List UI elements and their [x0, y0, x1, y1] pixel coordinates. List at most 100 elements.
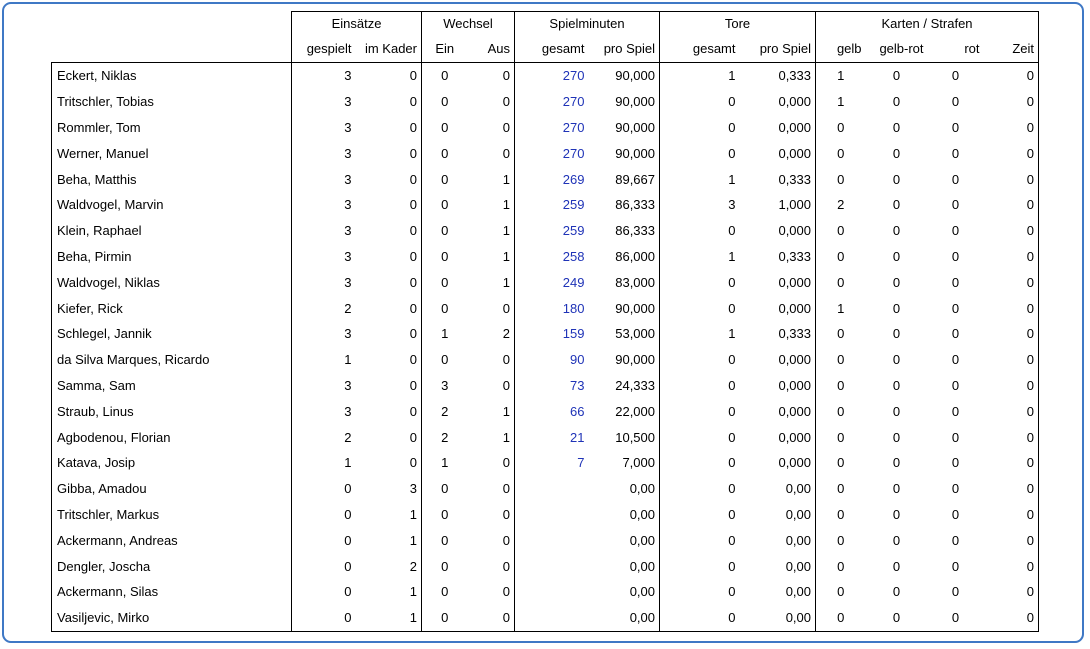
cell-gespielt: 3: [291, 62, 356, 89]
cell-im-kader: 0: [355, 114, 422, 141]
cell-spielminuten-pro-spiel: 0,00: [588, 578, 660, 605]
cell-gelb: 0: [837, 223, 845, 239]
cell-spielminuten-pro-spiel: 86,333: [588, 217, 660, 244]
cell-spielminuten-gesamt: 259: [562, 223, 585, 239]
cell-gelb-rot: 0: [865, 604, 928, 632]
cell-rot: 0: [951, 171, 960, 187]
cell-tore-gesamt: 0: [728, 300, 736, 316]
cell-tore-gesamt: 0: [728, 377, 736, 393]
cell-ein: 0: [441, 532, 449, 548]
cell-tore-gesamt: 0: [728, 532, 736, 548]
cell-gespielt: 3: [291, 140, 356, 167]
cell-aus: 0: [467, 578, 515, 605]
cell-player-name: Waldvogel, Niklas: [51, 269, 292, 296]
group-spielminuten: Spielminuten: [514, 11, 660, 34]
cell-gespielt: 0: [291, 475, 356, 502]
cell-tore-pro-spiel: 0,333: [739, 62, 817, 89]
cell-tore-gesamt: 0: [728, 352, 736, 368]
cell-im-kader: 1: [355, 527, 422, 554]
cell-gelb: 0: [837, 429, 845, 445]
cell-gelb-rot: 0: [892, 403, 901, 419]
cell-player-name: Dengler, Joscha: [51, 553, 292, 579]
col-ein: Ein: [421, 34, 468, 63]
cell-im-kader: 0: [355, 346, 422, 373]
cell-tore-gesamt: 0: [728, 584, 736, 600]
cell-tore-gesamt: 0: [728, 506, 736, 522]
cell-gelb: 0: [837, 506, 845, 522]
cell-gelb-rot: 0: [892, 274, 901, 290]
cell-tore-pro-spiel: 0,00: [739, 501, 817, 528]
cell-spielminuten-pro-spiel: 0,00: [588, 475, 660, 502]
cell-im-kader: 0: [355, 424, 422, 450]
cell-gelb-rot: 0: [892, 145, 901, 161]
cell-gelb: 0: [837, 119, 845, 135]
cell-player-name: Tritschler, Markus: [51, 501, 292, 528]
col-aus: Aus: [467, 34, 515, 63]
cell-rot: 0: [951, 352, 960, 368]
cell-tore-pro-spiel: 0,000: [739, 217, 817, 244]
cell-aus: 0: [467, 140, 515, 167]
col-gelb-rot: gelb-rot: [865, 34, 928, 63]
cell-gespielt: 3: [291, 320, 356, 347]
cell-tore-pro-spiel: 0,000: [739, 424, 817, 450]
cell-spielminuten-gesamt: 270: [562, 94, 585, 110]
cell-gelb-rot: 0: [892, 68, 901, 84]
cell-aus: 0: [467, 475, 515, 502]
group-tore: Tore: [658, 11, 816, 34]
cell-ein: 0: [441, 248, 449, 264]
cell-zeit: 0: [983, 166, 1040, 192]
cell-spielminuten-gesamt: [515, 527, 589, 553]
cell-aus: 0: [467, 88, 515, 115]
cell-spielminuten-pro-spiel: 86,333: [588, 191, 660, 218]
table-row: Waldvogel, Marvin 3 0 0 1 259 86,333 3 1,000 2 0 0 0: [51, 191, 1040, 218]
table-row: Agbodenou, Florian 2 0 2 1 21 10,500 0 0,000 0 0 0 0: [51, 424, 1040, 450]
cell-zeit: 0: [983, 346, 1040, 373]
cell-player-name: Klein, Raphael: [51, 217, 292, 244]
cell-tore-gesamt: 1: [728, 68, 736, 84]
cell-tore-gesamt: 0: [728, 481, 736, 497]
table-row: Kiefer, Rick 2 0 0 0 180 90,000 0 0,000 1 0 0 0: [51, 295, 1040, 321]
cell-spielminuten-gesamt: 269: [562, 171, 585, 187]
cell-player-name: Eckert, Niklas: [51, 62, 292, 89]
cell-im-kader: 0: [355, 398, 422, 425]
cell-tore-gesamt: 1: [728, 171, 736, 187]
cell-spielminuten-pro-spiel: 24,333: [588, 372, 660, 399]
cell-rot: 0: [951, 584, 960, 600]
cell-spielminuten-pro-spiel: 10,500: [588, 424, 660, 450]
header-blank: [52, 12, 292, 35]
cell-rot: 0: [951, 274, 960, 290]
cell-rot: 0: [927, 604, 984, 632]
cell-gespielt: 0: [291, 501, 356, 528]
cell-zeit: 0: [983, 269, 1040, 296]
player-stats-table: Einsätze Wechsel Spielminuten Tore Karte…: [51, 11, 1040, 632]
cell-gelb: 0: [837, 377, 845, 393]
table-row: da Silva Marques, Ricardo 1 0 0 0 90 90,000 0 0,…: [51, 346, 1040, 373]
cell-zeit: 0: [983, 553, 1040, 579]
cell-player-name: Beha, Pirmin: [51, 243, 292, 270]
cell-gespielt: 3: [291, 243, 356, 270]
cell-aus: 1: [467, 398, 515, 425]
col-gelb: gelb: [815, 34, 866, 63]
cell-ein: 0: [441, 481, 449, 497]
cell-spielminuten-pro-spiel: 0,00: [588, 604, 660, 632]
cell-spielminuten-gesamt: [515, 476, 589, 502]
table-row: Tritschler, Tobias 3 0 0 0 270 90,000 0 0,000 1 0 0…: [51, 88, 1040, 115]
cell-gelb: 0: [837, 352, 845, 368]
cell-gelb-rot: 0: [892, 197, 901, 213]
cell-spielminuten-pro-spiel: 83,000: [588, 269, 660, 296]
cell-tore-gesamt: 0: [728, 119, 736, 135]
cell-zeit: 0: [983, 398, 1040, 425]
cell-zeit: 0: [983, 424, 1040, 450]
cell-tore-gesamt: 0: [728, 94, 736, 110]
cell-gespielt: 1: [291, 346, 356, 373]
cell-im-kader: 0: [355, 243, 422, 270]
group-einsaetze: Einsätze: [291, 11, 422, 34]
table-row: Beha, Pirmin 3 0 0 1 258 86,000 1 0,333 0 0 0 0: [51, 243, 1040, 270]
cell-gelb-rot: 0: [892, 171, 901, 187]
cell-player-name: Werner, Manuel: [51, 140, 292, 167]
cell-rot: 0: [951, 223, 960, 239]
cell-tore-gesamt: 0: [728, 274, 736, 290]
cell-rot: 0: [951, 94, 960, 110]
cell-player-name: Agbodenou, Florian: [51, 424, 292, 450]
cell-tore-gesamt: 0: [728, 403, 736, 419]
